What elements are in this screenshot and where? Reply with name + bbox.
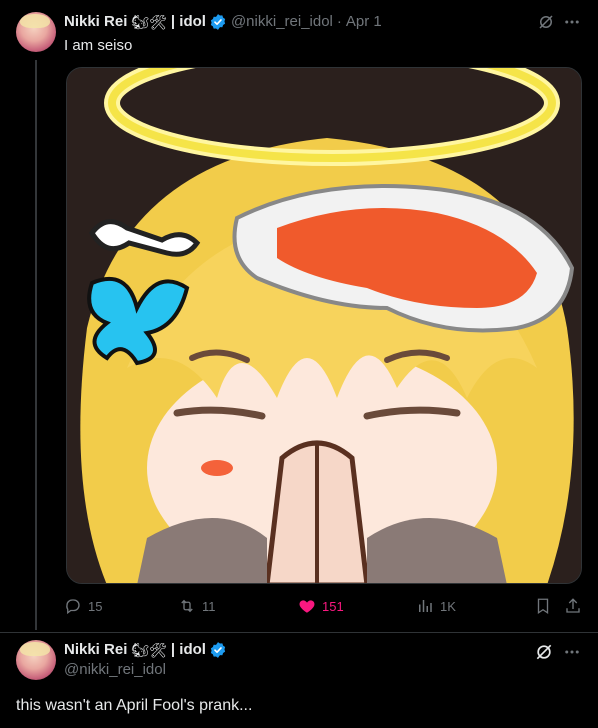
reply-count: 15 (88, 598, 103, 614)
tweet-text: I am seiso (64, 37, 133, 54)
more-options-icon[interactable] (562, 642, 582, 662)
more-options-icon[interactable] (562, 12, 582, 32)
emoji-badges: 🐿🛠 (131, 642, 167, 658)
anime-angel-praying-emote-icon (67, 68, 581, 583)
avatar[interactable] (16, 640, 56, 680)
tweet-date[interactable]: Apr 1 (346, 12, 382, 32)
tweet-header: Nikki Rei 🐿🛠 | idol @nikki_rei_idol · Ap… (64, 12, 382, 32)
repost-button[interactable]: 11 (178, 597, 216, 615)
name-suffix: | idol (170, 641, 206, 658)
reply-icon (66, 599, 80, 615)
heart-filled-icon (299, 600, 315, 613)
views-chart-icon (419, 600, 432, 612)
views-button[interactable]: 1K (416, 597, 456, 615)
user-handle[interactable]: @nikki_rei_idol (64, 660, 166, 680)
share-icon (566, 598, 580, 613)
user-handle[interactable]: @nikki_rei_idol (231, 12, 333, 32)
separator-dot: · (336, 13, 342, 30)
views-count: 1K (440, 598, 456, 614)
thread-connector-line (35, 60, 37, 630)
like-button[interactable]: 151 (298, 597, 344, 615)
grok-icon[interactable] (536, 12, 556, 32)
bookmark-icon (537, 598, 549, 615)
tweet-actions-bar: 15 11 151 1K (64, 597, 584, 617)
share-button[interactable] (564, 597, 582, 615)
emoji-badges: 🐿🛠 (131, 14, 167, 30)
tweet-image[interactable] (66, 67, 582, 584)
repost-icon (181, 599, 193, 613)
tweet-header: Nikki Rei 🐿🛠 | idol (64, 640, 227, 660)
bookmark-button[interactable] (534, 597, 552, 615)
verified-badge-icon[interactable] (209, 641, 227, 659)
reply-button[interactable]: 15 (64, 597, 102, 615)
repost-count: 11 (202, 598, 216, 614)
tweet-text: this wasn't an April Fool's prank... (16, 697, 253, 714)
name-suffix: | idol (170, 13, 206, 30)
divider (0, 632, 598, 633)
like-count: 151 (322, 598, 344, 614)
avatar[interactable] (16, 12, 56, 52)
verified-badge-icon[interactable] (209, 13, 227, 31)
display-name[interactable]: Nikki Rei (64, 12, 127, 32)
grok-icon[interactable] (534, 642, 554, 662)
display-name[interactable]: Nikki Rei (64, 640, 127, 660)
